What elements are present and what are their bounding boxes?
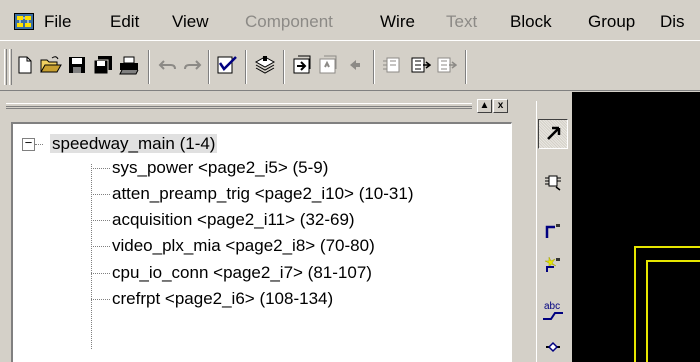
pane-drag-handle[interactable]: [6, 103, 472, 109]
back-arrow-icon[interactable]: [342, 53, 366, 77]
tree-connector: [91, 299, 110, 300]
open-folder-icon[interactable]: [39, 53, 63, 77]
toolbar-separator: [148, 50, 150, 84]
push-icon[interactable]: [290, 53, 314, 77]
menu-text[interactable]: Text: [446, 12, 477, 32]
component-b-icon[interactable]: [408, 53, 432, 77]
toolbar-separator: [208, 50, 210, 84]
schematic-canvas[interactable]: [572, 92, 700, 362]
tree-item[interactable]: cpu_io_conn <page2_i7> (81-107): [112, 261, 372, 285]
new-file-icon[interactable]: [13, 53, 37, 77]
schematic-border-inner: [646, 260, 700, 362]
save-all-icon[interactable]: [91, 53, 115, 77]
redo-icon[interactable]: [180, 53, 204, 77]
stack-icon[interactable]: [253, 53, 277, 77]
menu-group[interactable]: Group: [588, 12, 635, 32]
add-connector-icon[interactable]: [538, 332, 568, 362]
component-a-icon[interactable]: [380, 53, 404, 77]
tree-root-label: speedway_main (1-4): [50, 134, 218, 153]
toolbar-separator: [245, 50, 247, 84]
tree-item[interactable]: atten_preamp_trig <page2_i10> (10-31): [112, 182, 414, 206]
menu-edit[interactable]: Edit: [110, 12, 139, 32]
pane-close-button[interactable]: x: [493, 99, 508, 113]
hierarchy-pane-titlebar[interactable]: ▲ x: [0, 96, 522, 118]
tree-connector: [91, 168, 110, 169]
tree-root-item[interactable]: speedway_main (1-4): [50, 132, 218, 156]
tree-connector: [91, 246, 110, 247]
tree-item[interactable]: acquisition <page2_i11> (32-69): [112, 208, 355, 232]
menu-block[interactable]: Block: [510, 12, 552, 32]
print-icon[interactable]: [117, 53, 141, 77]
app-icon[interactable]: [14, 13, 34, 30]
hierarchy-tree: − speedway_main (1-4) sys_power <page2_i…: [11, 122, 512, 362]
menu-wire[interactable]: Wire: [380, 12, 415, 32]
tree-item[interactable]: crefrpt <page2_i6> (108-134): [112, 287, 333, 311]
add-wire-icon[interactable]: [538, 215, 568, 245]
menu-component[interactable]: Component: [245, 12, 333, 32]
abc-label-text: abc: [544, 301, 560, 312]
select-arrow-icon[interactable]: [538, 119, 568, 149]
toolbar-grip[interactable]: [4, 49, 7, 85]
menu-file[interactable]: File: [44, 12, 71, 32]
toolbar-separator: [283, 50, 285, 84]
menu-view[interactable]: View: [172, 12, 209, 32]
tree-connector: [91, 194, 110, 195]
pop-icon[interactable]: [316, 53, 340, 77]
collapse-toggle[interactable]: −: [22, 137, 35, 151]
toolbar: [0, 40, 700, 91]
check-icon[interactable]: [215, 53, 239, 77]
add-label-icon[interactable]: abc: [538, 296, 568, 326]
tree-connector: [91, 164, 92, 349]
menu-display[interactable]: Dis: [660, 12, 685, 32]
toolbar-separator: [373, 50, 375, 84]
menu-bar: File Edit View Component Wire Text Block…: [0, 0, 700, 40]
add-component-icon[interactable]: [538, 167, 568, 197]
add-net-icon[interactable]: [538, 249, 568, 279]
save-icon[interactable]: [65, 53, 89, 77]
undo-icon[interactable]: [156, 53, 180, 77]
pane-minimize-button[interactable]: ▲: [477, 99, 492, 113]
tree-connector: [91, 273, 110, 274]
tree-connector: [91, 220, 110, 221]
component-c-icon[interactable]: [434, 53, 458, 77]
tree-connector: [35, 144, 43, 145]
toolbar-separator: [465, 50, 467, 84]
toolbar-grip[interactable]: [9, 49, 12, 85]
tree-item[interactable]: video_plx_mia <page2_i8> (70-80): [112, 234, 375, 258]
tree-item[interactable]: sys_power <page2_i5> (5-9): [112, 156, 328, 180]
